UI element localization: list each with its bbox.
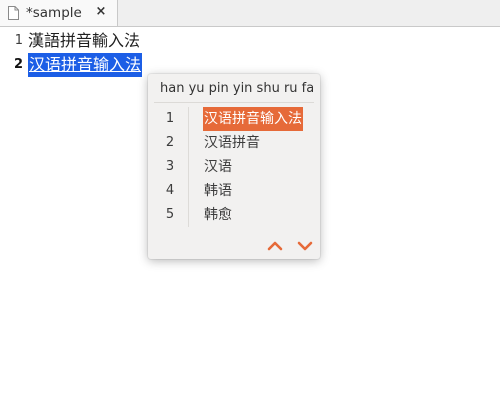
candidate-index: 2 [165, 135, 175, 150]
candidate-item[interactable]: 2 汉语拼音 [148, 131, 320, 155]
line-text: 漢語拼音輸入法 [28, 31, 141, 50]
close-icon[interactable]: × [93, 3, 109, 21]
candidate-text: 汉语拼音 [204, 135, 260, 151]
candidate-text: 韩语 [204, 183, 232, 199]
candidate-text: 韩愈 [204, 207, 232, 223]
document-icon [8, 5, 19, 20]
candidate-item[interactable]: 4 韩语 [148, 179, 320, 203]
candidate-text: 汉语 [204, 159, 232, 175]
preedit-text: 汉语拼音输入法 [28, 53, 143, 77]
candidate-index: 3 [165, 159, 175, 174]
candidate-item[interactable]: 5 韩愈 [148, 203, 320, 227]
ime-candidate-window: han yu pin yin shu ru fa› 1 汉语拼音输入法 2 汉语… [148, 74, 320, 259]
candidate-item[interactable]: 3 汉语 [148, 155, 320, 179]
pinyin-preedit: han yu pin yin shu ru fa› [160, 81, 313, 96]
tab-title: *sample [26, 5, 82, 21]
candidate-index: 5 [165, 207, 175, 222]
divider [154, 102, 314, 103]
tab-bar: *sample × [0, 0, 500, 27]
candidate-text: 汉语拼音输入法 [203, 107, 303, 131]
candidate-index: 4 [165, 183, 175, 198]
line-number: 2 [13, 57, 23, 72]
candidate-index: 1 [165, 111, 175, 126]
line-number: 1 [14, 33, 23, 48]
tab-sample[interactable]: *sample × [0, 0, 118, 26]
chevron-down-icon[interactable] [296, 238, 314, 254]
candidate-item[interactable]: 1 汉语拼音输入法 [148, 107, 320, 131]
chevron-up-icon[interactable] [266, 238, 284, 254]
